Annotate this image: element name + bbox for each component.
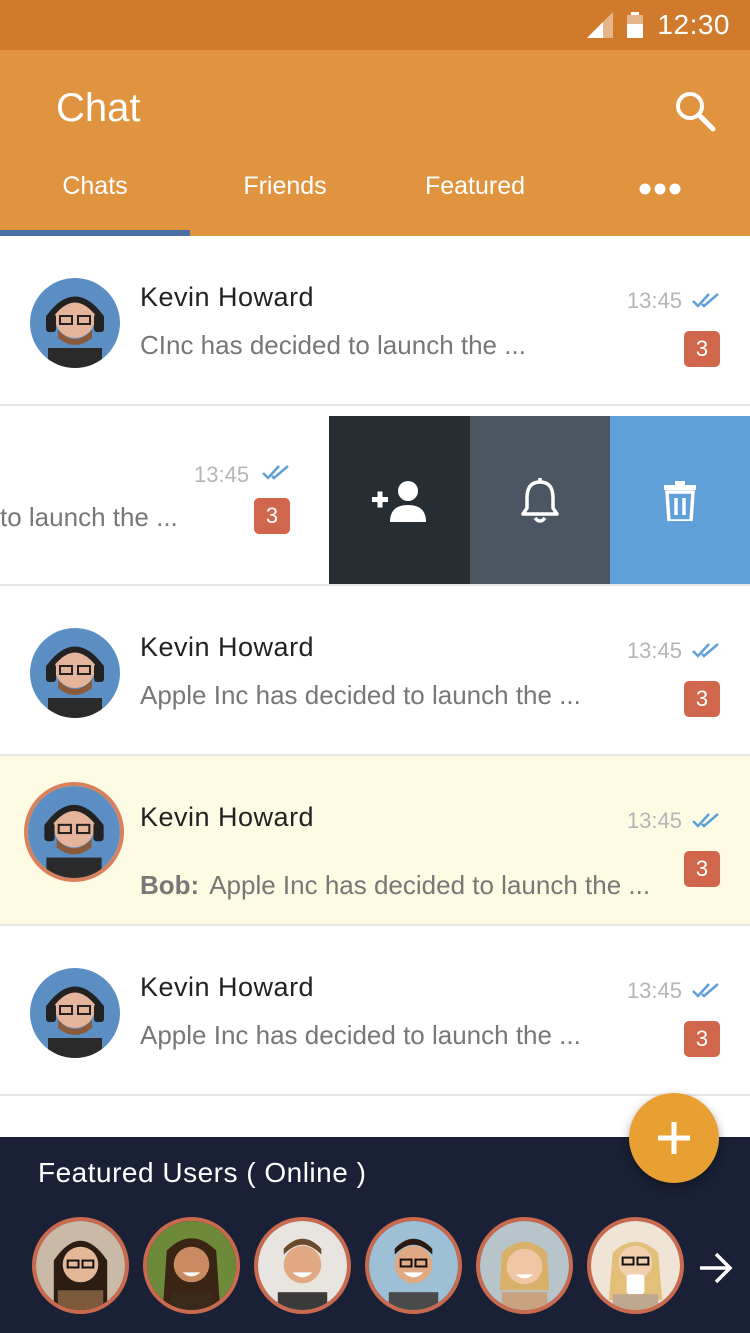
tab-chats[interactable]: Chats — [0, 162, 190, 236]
featured-user-avatar[interactable] — [587, 1217, 684, 1314]
message-preview: Apple Inc has decided to launch the ... — [209, 870, 651, 900]
app-bar: Chat Chats Friends Featured — [0, 50, 750, 236]
featured-user-avatar[interactable] — [32, 1217, 129, 1314]
tab-more[interactable] — [570, 162, 750, 236]
mute-button[interactable] — [470, 416, 610, 584]
more-dots-icon — [639, 183, 681, 195]
double-check-icon — [692, 643, 719, 658]
avatar-image — [258, 1221, 347, 1310]
contact-name: Kevin Howard — [140, 282, 315, 312]
add-friend-button[interactable] — [329, 416, 470, 584]
avatar-image — [36, 1221, 125, 1310]
unread-badge: 3 — [684, 851, 720, 887]
conversation-row[interactable]: Kevin Howard CInc has decided to launch … — [0, 236, 750, 406]
contact-name: Kevin Howard — [140, 972, 315, 1002]
avatar-image — [30, 628, 120, 718]
contact-name: Kevin Howard — [140, 632, 315, 662]
search-icon — [676, 92, 716, 132]
conversation-row[interactable]: Kevin Howard Apple Inc has decided to la… — [0, 926, 750, 1096]
message-preview: Apple Inc has decided to launch the ... — [140, 1020, 581, 1050]
signal-icon — [587, 12, 614, 38]
unread-badge: 3 — [684, 331, 720, 367]
arrow-right-icon[interactable] — [696, 1251, 736, 1285]
search-button[interactable] — [670, 86, 720, 136]
featured-user-avatar[interactable] — [143, 1217, 240, 1314]
new-chat-button[interactable] — [629, 1093, 719, 1183]
avatar-image — [369, 1221, 458, 1310]
tab-featured[interactable]: Featured — [380, 162, 570, 236]
conversation-row-swiped[interactable]: to launch the ... 13:45 3 — [0, 416, 750, 586]
tab-label: Chats — [62, 172, 128, 200]
unread-badge: 3 — [684, 681, 720, 717]
avatar — [30, 278, 120, 368]
featured-user-avatar[interactable] — [254, 1217, 351, 1314]
plus-icon — [658, 1122, 690, 1154]
avatar — [30, 968, 120, 1058]
double-check-icon — [692, 293, 719, 308]
message-time: 13:45 — [626, 808, 682, 833]
page-title: Chat — [56, 86, 141, 130]
avatar-image — [30, 968, 120, 1058]
double-check-icon — [692, 813, 719, 828]
message-preview: to launch the ... — [0, 502, 178, 532]
conversation-row[interactable]: Kevin Howard Apple Inc has decided to la… — [0, 586, 750, 756]
sender-label: Bob: — [140, 870, 200, 900]
avatar-image — [147, 1221, 236, 1310]
message-time: 13:45 — [194, 462, 250, 487]
unread-badge: 3 — [254, 498, 290, 534]
status-icons: 12:30 — [587, 0, 730, 50]
tab-bar: Chats Friends Featured — [0, 162, 750, 236]
tab-label: Featured — [424, 172, 526, 200]
message-preview: Apple Inc has decided to launch the ... — [140, 680, 581, 710]
battery-icon — [627, 12, 644, 38]
message-preview-line: Bob: Apple Inc has decided to launch the … — [140, 870, 650, 901]
featured-user-avatar[interactable] — [476, 1217, 573, 1314]
double-check-icon — [262, 465, 289, 480]
avatar-image — [30, 278, 120, 368]
status-bar: 12:30 — [0, 0, 750, 50]
message-time: 13:45 — [626, 978, 682, 1003]
featured-users-list — [32, 1217, 684, 1314]
featured-user-avatar[interactable] — [365, 1217, 462, 1314]
featured-users-panel: Featured Users ( Online ) — [0, 1137, 750, 1333]
avatar-image — [28, 786, 120, 878]
avatar — [24, 782, 124, 882]
avatar-image — [480, 1221, 569, 1310]
message-time: 13:45 — [626, 288, 682, 313]
conversation-row-highlighted[interactable]: Kevin Howard Bob: Apple Inc has decided t… — [0, 756, 750, 926]
double-check-icon — [692, 983, 719, 998]
status-time: 12:30 — [657, 9, 730, 40]
add-friend-icon — [371, 481, 426, 522]
bell-icon — [521, 478, 559, 523]
avatar-image — [591, 1221, 680, 1310]
featured-users-title: Featured Users ( Online ) — [38, 1157, 367, 1188]
message-preview: CInc has decided to launch the ... — [140, 330, 526, 360]
tab-friends[interactable]: Friends — [190, 162, 380, 236]
tab-label: Friends — [243, 172, 327, 200]
trash-icon — [664, 481, 696, 521]
delete-button[interactable] — [610, 416, 750, 584]
unread-badge: 3 — [684, 1021, 720, 1057]
avatar — [30, 628, 120, 718]
contact-name: Kevin Howard — [140, 802, 315, 832]
message-time: 13:45 — [626, 638, 682, 663]
